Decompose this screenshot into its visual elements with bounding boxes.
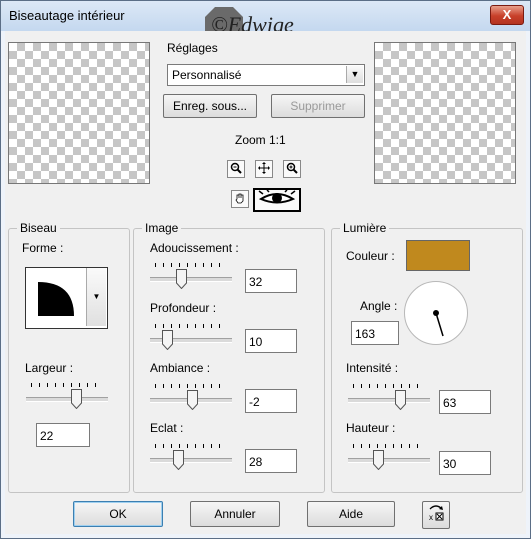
save-preset-button[interactable]: Enreg. sous... [163,94,257,118]
preview-original[interactable] [8,42,150,184]
intensite-label: Intensité : [346,361,399,375]
profondeur-slider[interactable] [150,324,232,352]
ambiance-label: Ambiance : [150,361,211,375]
presets-selected: Personnalisé [172,68,242,82]
eclat-label: Eclat : [150,421,184,435]
profondeur-field[interactable]: 10 [245,329,297,353]
zoom-in-icon[interactable] [283,160,301,178]
forme-label: Forme : [22,241,64,255]
hand-icon[interactable] [231,190,249,208]
pan-icon[interactable] [255,160,273,178]
image-group: Image Adoucissement : 32 Profondeur : 10… [133,221,325,493]
lumiere-legend: Lumière [340,221,390,235]
aide-button[interactable]: Aide [307,501,395,527]
image-legend: Image [142,221,182,235]
hauteur-label: Hauteur : [346,421,396,435]
chevron-down-icon[interactable]: ▼ [346,66,363,83]
dialog-window: Biseautage intérieur X ©Edwige Réglages … [0,0,531,539]
ok-button[interactable]: OK [73,501,163,527]
adoucissement-label: Adoucissement : [150,241,239,255]
reset-icon[interactable]: x [422,501,450,529]
intensite-slider[interactable] [348,384,430,412]
dialog-body: Réglages Personnalisé ▼ Enreg. sous... S… [5,31,526,534]
hauteur-slider[interactable] [348,444,430,472]
eclat-field[interactable]: 28 [245,449,297,473]
ambiance-slider[interactable] [150,384,232,412]
largeur-field[interactable]: 22 [36,423,90,447]
eye-icon[interactable] [253,188,301,212]
chevron-down-icon[interactable]: ▼ [86,268,106,326]
annuler-button[interactable]: Annuler [190,501,280,527]
zoom-out-icon[interactable] [227,160,245,178]
hauteur-field[interactable]: 30 [439,451,491,475]
presets-label: Réglages [167,41,218,55]
ambiance-field[interactable]: -2 [245,389,297,413]
eclat-slider[interactable] [150,444,232,472]
angle-field[interactable]: 163 [351,321,399,345]
adoucissement-field[interactable]: 32 [245,269,297,293]
window-title: Biseautage intérieur [9,8,125,23]
largeur-slider[interactable] [26,383,108,411]
svg-text:x: x [429,513,433,522]
adoucissement-slider[interactable] [150,263,232,291]
lumiere-group: Lumière Couleur : Angle : 163 Intensité … [331,221,523,493]
angle-dial[interactable] [404,281,468,345]
angle-label: Angle : [360,299,398,313]
biseau-group: Biseau Forme : ▼ Largeur : 22 [8,221,130,493]
largeur-label: Largeur : [25,361,74,375]
presets-dropdown[interactable]: Personnalisé ▼ [167,64,365,86]
preview-result[interactable] [374,42,516,184]
biseau-legend: Biseau [17,221,60,235]
close-button[interactable]: X [490,5,524,25]
zoom-label: Zoom 1:1 [235,133,286,147]
delete-preset-button[interactable]: Supprimer [271,94,365,118]
bevel-shape-preview[interactable]: ▼ [25,267,108,329]
intensite-field[interactable]: 63 [439,390,491,414]
couleur-label: Couleur : [346,249,395,263]
profondeur-label: Profondeur : [150,301,217,315]
light-color-swatch[interactable] [406,240,470,271]
